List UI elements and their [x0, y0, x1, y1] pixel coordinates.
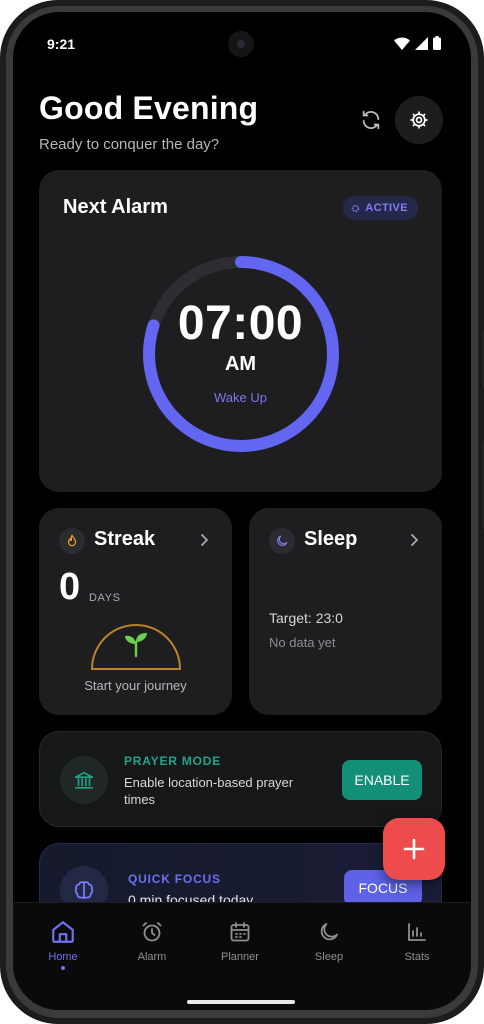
nav-label-alarm: Alarm — [137, 951, 167, 963]
chevron-right-icon[interactable] — [196, 532, 212, 548]
mosque-icon — [74, 771, 94, 789]
streak-card[interactable]: Streak 0 DAYS Start your journey — [39, 508, 232, 715]
prayer-icon-badge — [60, 756, 108, 804]
settings-button[interactable] — [395, 96, 443, 144]
add-fab-button[interactable] — [383, 818, 445, 880]
seedling-icon — [125, 633, 147, 658]
nav-item-alarm[interactable]: Alarm — [112, 917, 192, 963]
status-icons — [394, 36, 441, 50]
nav-label-planner: Planner — [221, 951, 259, 963]
streak-title: Streak — [94, 528, 156, 550]
camera-cutout — [228, 31, 254, 57]
sleep-title: Sleep — [304, 528, 358, 550]
alarm-label: Wake Up — [214, 390, 267, 405]
home-icon — [48, 917, 78, 947]
greeting-title: Good Evening — [39, 90, 259, 126]
greeting-subtitle: Ready to conquer the day? — [39, 136, 220, 153]
calendar-icon — [225, 917, 255, 947]
streak-unit: DAYS — [89, 592, 121, 604]
prayer-mode-title: PRAYER MODE — [124, 754, 222, 768]
prayer-mode-card: PRAYER MODE Enable location-based prayer… — [39, 731, 442, 827]
sleep-target: Target: 23:0 — [269, 610, 343, 626]
nav-label-home: Home — [48, 951, 78, 963]
nav-label-sleep: Sleep — [314, 951, 344, 963]
wifi-icon — [394, 36, 410, 50]
nav-item-stats[interactable]: Stats — [377, 917, 457, 963]
bottom-navigation: Home Alarm Planner Sleep Stats — [13, 902, 471, 1010]
moon-icon — [277, 535, 288, 546]
quick-focus-title: QUICK FOCUS — [128, 872, 221, 886]
battery-icon — [433, 36, 441, 50]
nav-active-dot — [61, 966, 65, 970]
device-frame: 9:21 Good Evening Ready to conquer the d… — [0, 0, 484, 1024]
nav-label-stats: Stats — [404, 951, 430, 963]
streak-icon-badge — [59, 528, 85, 554]
gear-icon — [410, 111, 428, 129]
enable-prayer-button[interactable]: ENABLE — [342, 760, 422, 800]
refresh-icon — [362, 110, 380, 130]
brain-icon — [74, 881, 94, 899]
alarm-ampm: AM — [224, 353, 257, 375]
nav-item-home[interactable]: Home — [23, 917, 103, 970]
active-badge: ACTIVE — [343, 196, 418, 220]
sprout-illustration — [91, 624, 181, 670]
flame-icon — [67, 534, 77, 547]
sleep-card[interactable]: Sleep Target: 23:0 No data yet — [249, 508, 442, 715]
nav-item-sleep[interactable]: Sleep — [289, 917, 369, 963]
nav-item-planner[interactable]: Planner — [200, 917, 280, 963]
home-indicator[interactable] — [187, 1000, 295, 1004]
sleep-icon-badge — [269, 528, 295, 554]
next-alarm-card[interactable]: Next Alarm ACTIVE 07:00 AM Wake Up — [39, 170, 442, 492]
alarm-time: 07:00 — [177, 297, 304, 350]
active-badge-label: ACTIVE — [365, 202, 408, 214]
signal-icon — [415, 36, 428, 50]
status-time: 9:21 — [47, 36, 76, 52]
alarm-clock-icon — [137, 917, 167, 947]
bar-chart-icon — [402, 917, 432, 947]
prayer-mode-description: Enable location-based prayer times — [124, 775, 294, 807]
screen: 9:21 Good Evening Ready to conquer the d… — [13, 12, 471, 1010]
gear-small-icon — [352, 204, 360, 212]
streak-caption: Start your journey — [84, 678, 187, 693]
streak-count: 0 — [59, 566, 81, 608]
sleep-empty-text: No data yet — [269, 635, 336, 650]
moon-icon — [314, 917, 344, 947]
plus-icon — [403, 838, 425, 860]
chevron-right-icon[interactable] — [406, 532, 422, 548]
next-alarm-title: Next Alarm — [63, 196, 168, 218]
refresh-button[interactable] — [356, 105, 386, 135]
